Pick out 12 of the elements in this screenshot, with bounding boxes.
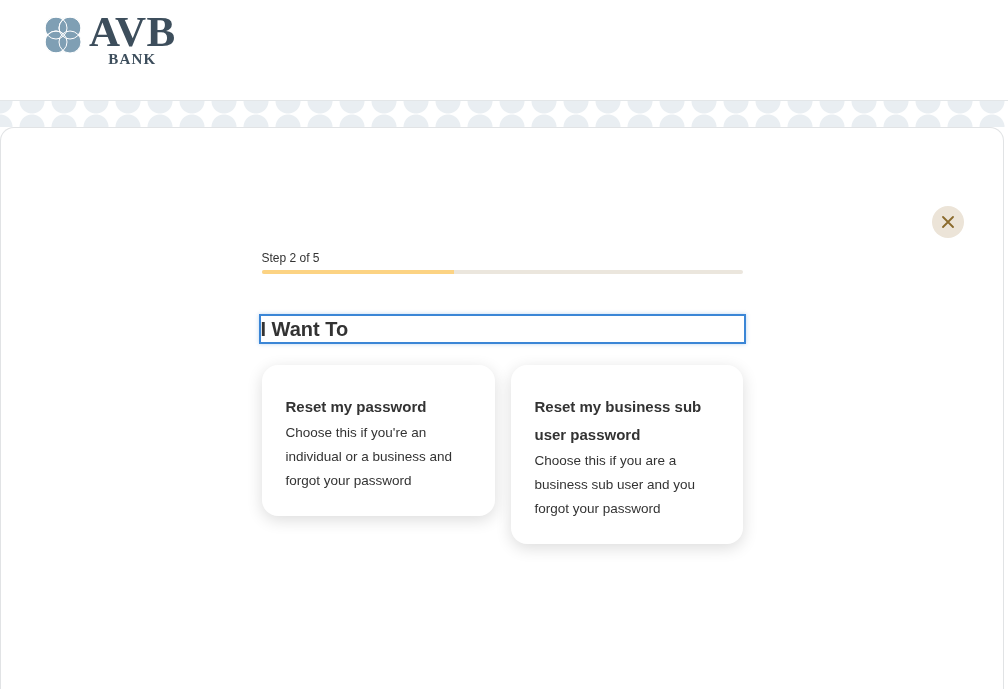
option-title: Reset my password [285,397,428,417]
close-button[interactable] [932,206,964,238]
step-label: Step 2 of 5 [261,251,320,265]
logo-subtitle: BANK [108,52,157,67]
option-description: Choose this if you're an individual or a business and forgot your password [285,424,454,490]
page-heading: I Want To [260,316,744,342]
option-card[interactable]: Reset my business sub user password Choose this if you are a business sub user and you forgot your password [510,365,743,544]
close-icon [942,216,954,228]
logo-wordmark: AVB [89,12,176,52]
option-title: Reset my business sub user password [534,397,703,445]
option-card[interactable]: Reset my password Choose this if you're an individual or a business and forgot your password [261,365,495,516]
option-description: Choose this if you are a business sub user and you forgot your password [534,452,697,518]
